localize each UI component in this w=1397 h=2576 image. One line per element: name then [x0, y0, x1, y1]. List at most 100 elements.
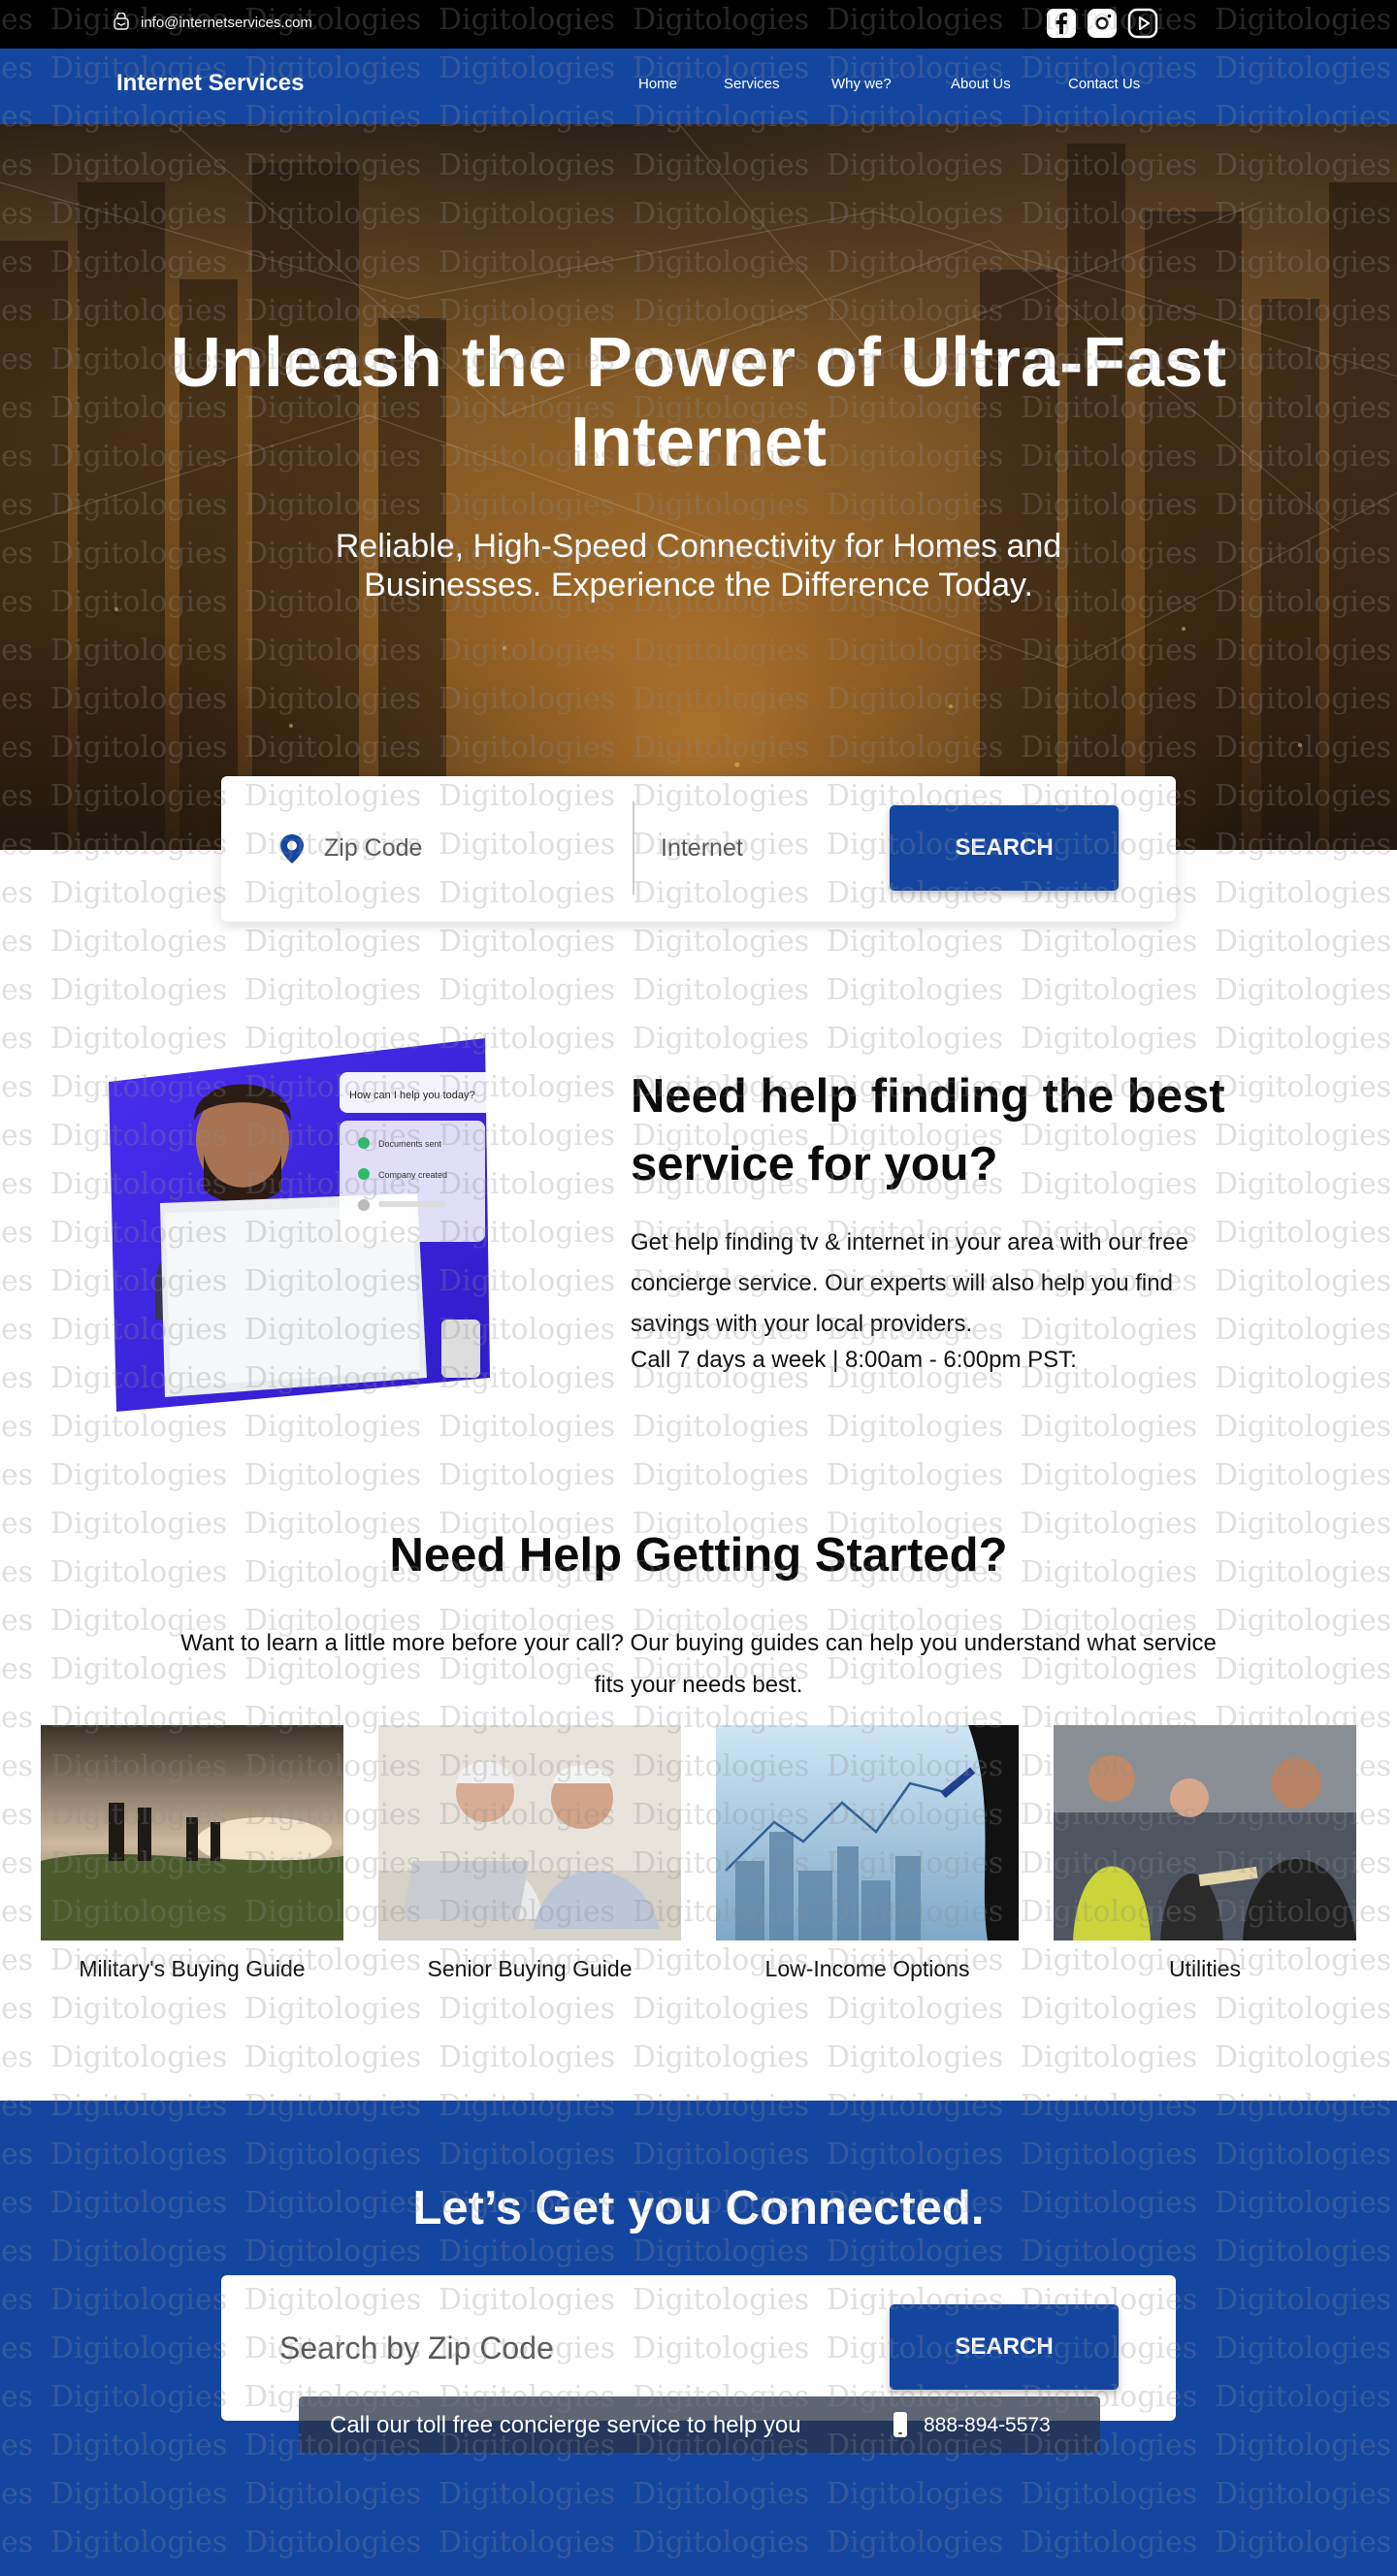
search-button[interactable]: SEARCH [890, 805, 1119, 891]
watermark-text: Digitologies [827, 1410, 1003, 1444]
watermark-text: Digitologies [244, 2040, 421, 2074]
chat-bubble-text: How can I help you today? [349, 1090, 475, 1101]
phone-number[interactable]: 888-894-5573 [924, 2414, 1051, 2437]
watermark-text: Digitologies [1215, 925, 1391, 959]
phone-icon [893, 2412, 907, 2437]
watermark-text: Digitologies [1021, 1458, 1197, 1492]
watermark-text: Digitologies [633, 973, 809, 1007]
social-links [1046, 8, 1158, 39]
hero-section: Unleash the Power of Ultra-Fast Internet… [0, 124, 1397, 850]
chat-item-company: Company created [378, 1170, 447, 1180]
watermark-text: Digitologies [0, 2040, 33, 2074]
watermark-text: Digitologies [1215, 1652, 1391, 1686]
watermark-text: Digitologies [0, 973, 33, 1007]
zip-search-button[interactable]: SEARCH [890, 2304, 1119, 2390]
zip-search-input[interactable] [279, 2319, 823, 2377]
nav-item-contact-us[interactable]: Contact Us [1068, 76, 1140, 92]
guide-label-utilities: Utilities [1168, 1956, 1242, 1981]
service-type-field[interactable]: Internet [661, 834, 743, 863]
watermark-text: Digitologies [50, 1992, 227, 2026]
watermark-text: Digitologies [0, 1070, 33, 1104]
main-nav: Internet Services Home Services Why we? … [0, 49, 1397, 124]
watermark-text: Digitologies [633, 1022, 809, 1056]
watermark-text: Digitologies [0, 1216, 33, 1250]
guide-card-senior[interactable]: Senior Buying Guide [378, 1725, 681, 1982]
facebook-icon[interactable] [1046, 8, 1077, 39]
watermark-text: Digitologies [50, 973, 227, 1007]
watermark-text: Digitologies [827, 925, 1003, 959]
hero-search-card: Zip Code Internet SEARCH [221, 776, 1176, 922]
watermark-text: Digitologies [633, 2040, 809, 2074]
nav-item-services[interactable]: Services [724, 76, 780, 92]
buying-guides: Military's Buying Guide Senior Buying Gu… [0, 1725, 1397, 1997]
nav-item-home[interactable]: Home [638, 76, 677, 92]
watermark-text: Digitologies [633, 1992, 809, 2026]
watermark-text: Digitologies [633, 1458, 809, 1492]
getting-started-description: Want to learn a little more before your … [180, 1630, 1217, 1698]
email-text: info@internetservices.com [141, 14, 312, 31]
watermark-text: Digitologies [1215, 1022, 1391, 1056]
nav-item-why-we[interactable]: Why we? [831, 76, 892, 92]
watermark-text: Digitologies [0, 1458, 33, 1492]
watermark-text: Digitologies [50, 1458, 227, 1492]
connect-title: Let’s Get you Connected. [412, 2182, 985, 2234]
watermark-text: Digitologies [1021, 2040, 1197, 2074]
contact-email[interactable]: info@internetservices.com [112, 13, 312, 32]
email-icon [114, 13, 129, 30]
guide-card-military[interactable]: Military's Buying Guide [41, 1725, 343, 1982]
guide-image-low-income [716, 1725, 1019, 1940]
watermark-text: Digitologies [244, 925, 421, 959]
watermark-text: Digitologies [0, 1410, 33, 1444]
watermark-text: Digitologies [1215, 1992, 1391, 2026]
watermark-text: Digitologies [0, 1604, 33, 1638]
watermark-text: Digitologies [0, 1992, 33, 2026]
watermark-text: Digitologies [633, 1410, 809, 1444]
watermark-text: Digitologies [50, 876, 227, 910]
help-title: Need help finding the best service for y… [631, 1070, 1225, 1190]
guide-label-military: Military's Buying Guide [79, 1956, 306, 1981]
watermark-text: Digitologies [0, 1313, 33, 1347]
zip-code-field[interactable]: Zip Code [324, 834, 422, 863]
watermark-text: Digitologies [633, 925, 809, 959]
location-pin-icon [280, 834, 304, 864]
watermark-text: Digitologies [0, 1022, 33, 1056]
top-bar: info@internetservices.com [0, 0, 1397, 49]
guide-image-utilities [1054, 1725, 1356, 1940]
watermark-text: Digitologies [827, 973, 1003, 1007]
hero-subtitle: Reliable, High-Speed Connectivity for Ho… [335, 528, 1062, 603]
watermark-text: Digitologies [0, 1361, 33, 1395]
guide-label-senior: Senior Buying Guide [427, 1956, 633, 1981]
instagram-icon[interactable] [1087, 8, 1118, 39]
getting-started-title: Need Help Getting Started? [389, 1529, 1008, 1581]
watermark-text: Digitologies [1021, 925, 1197, 959]
guide-card-utilities[interactable]: Utilities [1054, 1725, 1356, 1982]
guide-image-senior [378, 1725, 681, 1940]
help-description: Get help finding tv & internet in your a… [631, 1229, 1188, 1337]
page: info@internetservices.com Internet Servi… [0, 0, 1397, 2576]
youtube-icon[interactable] [1127, 8, 1158, 39]
watermark-text: Digitologies [1021, 1022, 1197, 1056]
watermark-text: Digitologies [827, 1022, 1003, 1056]
watermark-text: Digitologies [827, 2040, 1003, 2074]
watermark-text: Digitologies [50, 925, 227, 959]
watermark-text: Digitologies [1215, 876, 1391, 910]
chat-item-documents: Documents sent [378, 1139, 442, 1149]
watermark-text: Digitologies [0, 1264, 33, 1298]
nav-item-about-us[interactable]: About Us [951, 76, 1011, 92]
watermark-text: Digitologies [1021, 973, 1197, 1007]
watermark-text: Digitologies [1215, 1604, 1391, 1638]
watermark-text: Digitologies [1021, 1410, 1197, 1444]
call-bar[interactable]: Call our toll free concierge service to … [299, 2397, 1100, 2453]
hero-title: Unleash the Power of Ultra-Fast Internet [170, 324, 1227, 481]
brand-logo[interactable]: Internet Services [116, 70, 304, 97]
guide-card-low-income[interactable]: Low-Income Options [716, 1725, 1019, 1982]
help-hours: Call 7 days a week | 8:00am - 6:00pm PST… [631, 1347, 1077, 1373]
watermark-text: Digitologies [439, 973, 615, 1007]
support-agent-image: How can I help you today? Documents sent… [109, 1038, 504, 1412]
watermark-text: Digitologies [1215, 2040, 1391, 2074]
field-divider [633, 801, 634, 895]
watermark-text: Digitologies [439, 1992, 615, 2026]
watermark-text: Digitologies [439, 925, 615, 959]
watermark-text: Digitologies [0, 925, 33, 959]
watermark-text: Digitologies [827, 1458, 1003, 1492]
